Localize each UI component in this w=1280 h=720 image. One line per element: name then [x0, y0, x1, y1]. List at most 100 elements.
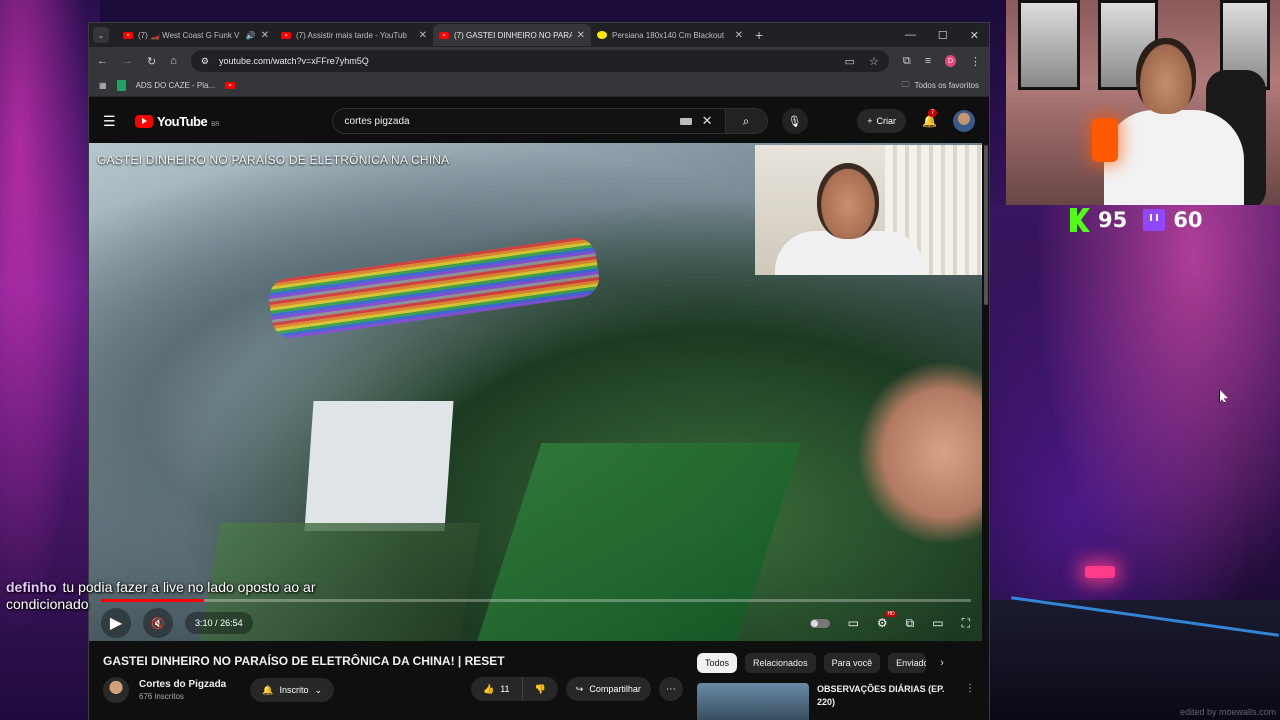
home-icon[interactable]: ⌂ [170, 55, 177, 67]
back-arrow-icon[interactable]: ← [97, 55, 108, 67]
all-bookmarks-label: Todos os favoritos [914, 81, 979, 90]
close-tab-icon[interactable]: ✕ [577, 30, 585, 41]
recommendation-title[interactable]: OBSERVAÇÕES DIÁRIAS (EP. 220) [817, 683, 947, 720]
youtube-logo-region: BR [211, 121, 220, 128]
address-bar-actions: ▭ ☆ [845, 55, 879, 68]
share-button[interactable]: ↪ Compartilhar [565, 677, 651, 701]
forward-arrow-icon[interactable]: → [122, 55, 133, 67]
tab-3[interactable]: Persiana 180x140 Cm Blackout ✕ [591, 24, 749, 46]
channel-name[interactable]: Cortes do Pigzada [139, 679, 226, 690]
apps-grid-icon[interactable]: ▦ [99, 81, 107, 90]
autoplay-toggle[interactable] [809, 618, 830, 628]
more-vertical-icon[interactable]: ⋮ [965, 683, 975, 720]
bell-icon: 🔔 [262, 684, 274, 695]
maximize-icon[interactable]: ☐ [938, 29, 948, 42]
header-actions: + Criar 🔔 7 [857, 109, 975, 133]
hamburger-menu-icon[interactable]: ☰ [103, 113, 123, 130]
cast-icon[interactable]: ▭ [845, 55, 855, 68]
search-button[interactable]: ⌕ [725, 108, 768, 134]
create-label: Criar [876, 116, 897, 126]
chip-uploaded[interactable]: Enviado [888, 653, 927, 673]
twitch-viewer-count: 60 [1173, 208, 1203, 232]
youtube-logo[interactable]: YouTube BR [135, 114, 220, 129]
theater-mode-icon[interactable]: ▭ [932, 616, 943, 630]
more-horizontal-icon: ⋯ [665, 683, 676, 695]
close-tab-icon[interactable]: ✕ [419, 30, 427, 41]
extensions-icon[interactable]: ⧉ [903, 55, 911, 68]
all-bookmarks[interactable]: 🗀 Todos os favoritos [902, 79, 979, 93]
streamer-body [1104, 110, 1244, 205]
account-avatar[interactable] [953, 110, 975, 132]
tab-0[interactable]: (7) 🏎️ West Coast G Funk V 🔊 ✕ [117, 24, 275, 46]
channel-avatar[interactable] [103, 677, 129, 703]
related-filter-chips: Todos Relacionados Para você Enviado › [697, 653, 944, 673]
media-control-icon[interactable]: ≡ [925, 55, 931, 67]
chevron-right-icon[interactable]: › [940, 657, 944, 669]
chat-username: definho [6, 579, 57, 595]
tab-search-button[interactable]: ⌄ [93, 27, 109, 43]
tab-label: (7) Assistir mais tarde - YouTub [296, 30, 407, 40]
tab-1[interactable]: (7) Assistir mais tarde - YouTub ✕ [275, 24, 433, 46]
player-controls-right: ▭ ⚙ ⧉ ▭ ⛶ [809, 611, 970, 631]
tab-label: Persiana 180x140 Cm Blackout [612, 30, 725, 40]
close-window-icon[interactable]: ✕ [970, 29, 979, 42]
youtube-logo-icon [135, 114, 153, 128]
sheets-icon [116, 80, 126, 91]
browser-window: ⌄ (7) 🏎️ West Coast G Funk V 🔊 ✕ (7) Ass… [88, 22, 990, 720]
close-tab-icon[interactable]: ✕ [261, 30, 269, 41]
microphone-icon: 🎙 [787, 115, 802, 128]
minimize-icon[interactable]: — [905, 29, 916, 42]
create-button[interactable]: + Criar [857, 109, 907, 133]
miniplayer-icon[interactable]: ⧉ [906, 616, 915, 631]
fullscreen-icon[interactable]: ⛶ [962, 616, 970, 631]
subscribed-button[interactable]: 🔔 Inscrito ⌄ [250, 678, 335, 702]
subtitles-icon[interactable]: ▭ [848, 616, 859, 630]
address-bar[interactable]: ⚙ youtube.com/watch?v=xFFre7yhm5Q ▭ ☆ [190, 50, 889, 72]
tab-label: (7) GASTEI DINHEIRO NO PARA [454, 30, 572, 40]
star-bookmark-icon[interactable]: ☆ [869, 55, 879, 68]
twitch-viewers: 60 [1143, 208, 1202, 232]
speaker-icon[interactable]: 🔊 [246, 31, 256, 40]
bookmarks-bar: ▦ ADS DO CAZE - Pla... 🗀 Todos os favori… [89, 75, 989, 97]
kick-logo-icon [1070, 208, 1090, 232]
browser-menu-icon[interactable]: ⋮ [970, 55, 981, 68]
scrollbar-thumb[interactable] [984, 145, 988, 305]
tab-2-active[interactable]: (7) GASTEI DINHEIRO NO PARA ✕ [433, 24, 591, 46]
settings-gear-icon[interactable]: ⚙ [877, 611, 896, 630]
video-actions: 👍 11 👎 ↪ Compartilhar ⋯ [471, 677, 683, 701]
voice-search-button[interactable]: 🎙 [781, 108, 808, 134]
reload-icon[interactable]: ↻ [147, 55, 156, 68]
keyboard-icon[interactable] [679, 117, 692, 125]
clear-search-icon[interactable]: ✕ [702, 113, 713, 129]
site-settings-icon[interactable]: ⚙ [201, 56, 209, 67]
more-actions-button[interactable]: ⋯ [658, 677, 683, 701]
like-button[interactable]: 👍 11 [471, 677, 523, 701]
close-tab-icon[interactable]: ✕ [735, 30, 743, 41]
profile-avatar[interactable]: D [945, 55, 956, 67]
subscribed-label: Inscrito [279, 685, 309, 695]
streamer-webcam [1006, 0, 1280, 205]
bookmark-item[interactable]: ADS DO CAZE - Pla... [136, 81, 216, 90]
dislike-button[interactable]: 👎 [523, 677, 558, 701]
chip-all[interactable]: Todos [697, 653, 738, 673]
video-player[interactable]: GASTEI DINHEIRO NO PARAÍSO DE ELETRÔNICA… [89, 143, 982, 641]
recommendation-thumbnail[interactable] [697, 683, 809, 720]
youtube-bookmark-icon[interactable] [225, 82, 236, 89]
recommendation-item[interactable]: OBSERVAÇÕES DIÁRIAS (EP. 220) ⋮ [697, 683, 975, 720]
video-title: GASTEI DINHEIRO NO PARAÍSO DE ELETRÔNICA… [103, 654, 505, 668]
search-input[interactable]: cortes pigzada ✕ [331, 108, 726, 134]
chip-for-you[interactable]: Para você [823, 653, 881, 673]
new-tab-icon[interactable]: + [755, 27, 763, 43]
background-road [990, 600, 1280, 720]
video-frame-hand [859, 363, 982, 543]
background-car-taillight [1085, 566, 1115, 578]
chip-related[interactable]: Relacionados [745, 653, 816, 673]
youtube-page: ☰ YouTube BR cortes pigzada ✕ ⌕ 🎙 + Cria… [89, 97, 989, 720]
youtube-favicon-icon [281, 31, 291, 39]
notifications-button[interactable]: 🔔 7 [922, 109, 938, 128]
page-scrollbar[interactable] [983, 145, 989, 715]
play-icon: ▶ [109, 615, 123, 632]
video-info: GASTEI DINHEIRO NO PARAÍSO DE ELETRÔNICA… [89, 649, 989, 720]
video-overlay-title: GASTEI DINHEIRO NO PARAÍSO DE ELETRÔNICA… [97, 153, 450, 167]
window-controls: — ☐ ✕ [905, 29, 989, 42]
